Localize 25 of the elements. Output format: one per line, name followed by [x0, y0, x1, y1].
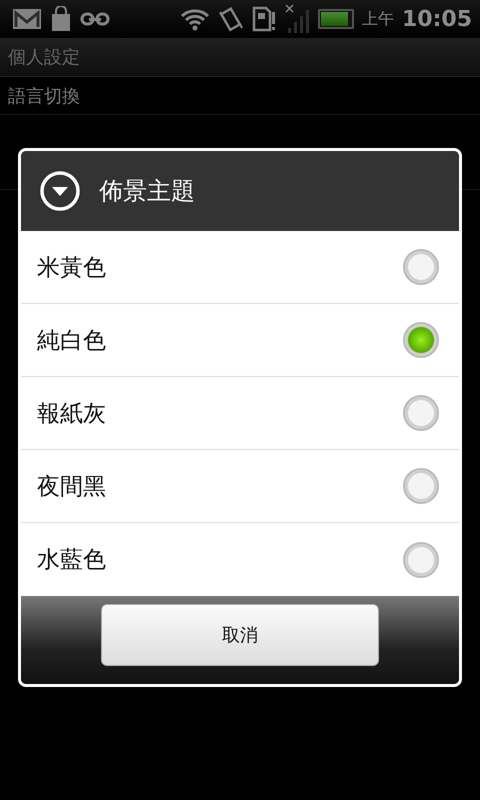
cancel-button[interactable]: 取消 — [101, 604, 379, 666]
radio-button[interactable] — [403, 542, 439, 578]
theme-option[interactable]: 米黃色 — [21, 231, 459, 304]
no-signal-icon — [284, 4, 310, 34]
dropdown-icon — [39, 170, 81, 212]
vibrate-icon — [218, 6, 244, 32]
mail-icon — [12, 7, 42, 31]
section-title: 個人設定 — [8, 46, 80, 69]
settings-item[interactable]: 語言切換 — [8, 84, 80, 108]
dialog-title: 佈景主題 — [99, 176, 195, 207]
radio-button[interactable] — [403, 468, 439, 504]
link-icon — [80, 12, 110, 26]
radio-button[interactable] — [403, 249, 439, 285]
theme-option[interactable]: 夜間黑 — [21, 450, 459, 523]
theme-option[interactable]: 報紙灰 — [21, 377, 459, 450]
shopping-bag-icon — [50, 6, 72, 32]
radio-button[interactable] — [403, 322, 439, 358]
battery-icon — [318, 9, 354, 29]
wifi-icon — [180, 7, 210, 31]
clock-time: 10:05 — [402, 6, 472, 32]
theme-option[interactable]: 水藍色 — [21, 523, 459, 596]
am-pm-text: 上午 — [362, 8, 394, 30]
theme-option[interactable]: 純白色 — [21, 304, 459, 377]
sim-card-icon — [252, 6, 276, 32]
radio-button[interactable] — [403, 395, 439, 431]
